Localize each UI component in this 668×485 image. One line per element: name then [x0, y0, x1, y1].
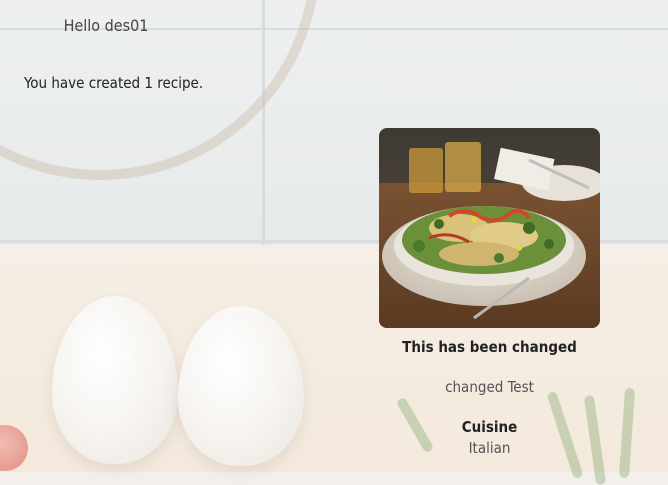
recipe-title[interactable]: This has been changed [379, 338, 600, 356]
cuisine-value: Italian [468, 439, 511, 457]
greeting-text: Hello des01 [63, 16, 149, 35]
recipe-image[interactable] [379, 128, 600, 328]
recipe-count-text: You have created 1 recipe. [24, 74, 204, 92]
cuisine-label: Cuisine [461, 418, 518, 436]
recipe-card[interactable]: This has been changed changed Test Cuisi… [379, 128, 600, 457]
recipe-description: changed Test [445, 378, 534, 396]
